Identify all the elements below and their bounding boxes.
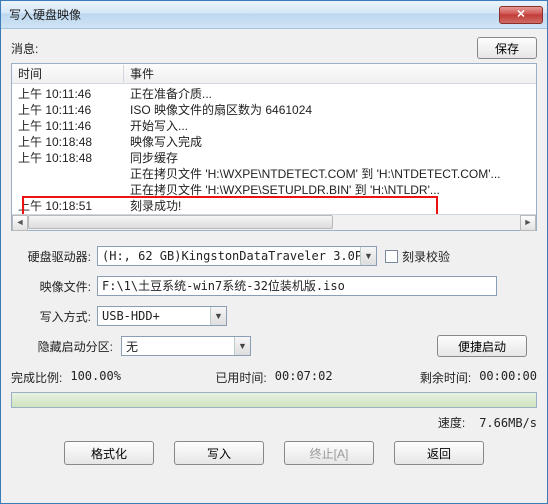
scroll-left-icon[interactable]: ◄ — [12, 215, 28, 231]
mode-value: USB-HDD+ — [98, 309, 210, 323]
speed-label: 速度: — [438, 414, 465, 431]
chevron-down-icon[interactable]: ▼ — [360, 247, 376, 265]
log-row: 上午 10:18:48同步缓存 — [12, 150, 536, 166]
log-row: 上午 10:11:46正在准备介质... — [12, 86, 536, 102]
log-header-time[interactable]: 时间 — [12, 65, 124, 82]
scroll-thumb[interactable] — [28, 215, 333, 229]
scroll-right-icon[interactable]: ► — [520, 215, 536, 231]
image-path-input[interactable]: F:\1\土豆系统-win7系统-32位装机版.iso — [97, 276, 497, 296]
back-button[interactable]: 返回 — [394, 441, 484, 465]
remain-value: 00:00:00 — [479, 369, 537, 386]
log-body: 上午 10:11:46正在准备介质... 上午 10:11:46ISO 映像文件… — [12, 84, 536, 214]
ratio-value: 100.00% — [70, 369, 121, 386]
speed-value: 7.66MB/s — [479, 416, 537, 430]
drive-select[interactable]: (H:, 62 GB)KingstonDataTraveler 3.0PMAP … — [97, 246, 377, 266]
message-label: 消息: — [11, 40, 477, 57]
close-button[interactable]: ✕ — [499, 6, 543, 24]
abort-button: 终止[A] — [284, 441, 374, 465]
log-row: 上午 10:11:46ISO 映像文件的扇区数为 6461024 — [12, 102, 536, 118]
log-row-success: 上午 10:18:51刻录成功! — [12, 198, 536, 214]
format-button[interactable]: 格式化 — [64, 441, 154, 465]
hidden-value: 无 — [122, 338, 234, 355]
progress-fill — [12, 393, 536, 407]
window-title: 写入硬盘映像 — [9, 6, 499, 23]
log-row: 上午 10:18:48映像写入完成 — [12, 134, 536, 150]
log-row: 正在拷贝文件 'H:\WXPE\NTDETECT.COM' 到 'H:\NTDE… — [12, 166, 536, 182]
log-header-event[interactable]: 事件 — [124, 65, 536, 82]
chevron-down-icon[interactable]: ▼ — [234, 337, 250, 355]
save-button[interactable]: 保存 — [477, 37, 537, 59]
log-scrollbar[interactable]: ◄ ► — [12, 214, 536, 230]
verify-label: 刻录校验 — [402, 248, 450, 265]
hidden-boot-select[interactable]: 无 ▼ — [121, 336, 251, 356]
log-panel: 时间 事件 上午 10:11:46正在准备介质... 上午 10:11:46IS… — [11, 63, 537, 231]
hidden-boot-label: 隐藏启动分区: — [11, 338, 121, 355]
log-row: 正在拷贝文件 'H:\WXPE\SETUPLDR.BIN' 到 'H:\NTLD… — [12, 182, 536, 198]
verify-checkbox[interactable] — [385, 250, 398, 263]
convenient-boot-button[interactable]: 便捷启动 — [437, 335, 527, 357]
elapsed-label: 已用时间: — [215, 369, 266, 386]
elapsed-value: 00:07:02 — [275, 369, 333, 386]
drive-label: 硬盘驱动器: — [11, 248, 97, 265]
image-label: 映像文件: — [11, 278, 97, 295]
remain-label: 剩余时间: — [420, 369, 471, 386]
write-button[interactable]: 写入 — [174, 441, 264, 465]
drive-value: (H:, 62 GB)KingstonDataTraveler 3.0PMAP — [98, 249, 360, 263]
close-icon: ✕ — [516, 7, 525, 21]
progress-bar — [11, 392, 537, 408]
log-row: 上午 10:11:46开始写入... — [12, 118, 536, 134]
chevron-down-icon[interactable]: ▼ — [210, 307, 226, 325]
scroll-track[interactable] — [28, 215, 520, 231]
ratio-label: 完成比例: — [11, 369, 62, 386]
mode-label: 写入方式: — [11, 308, 97, 325]
write-mode-select[interactable]: USB-HDD+ ▼ — [97, 306, 227, 326]
